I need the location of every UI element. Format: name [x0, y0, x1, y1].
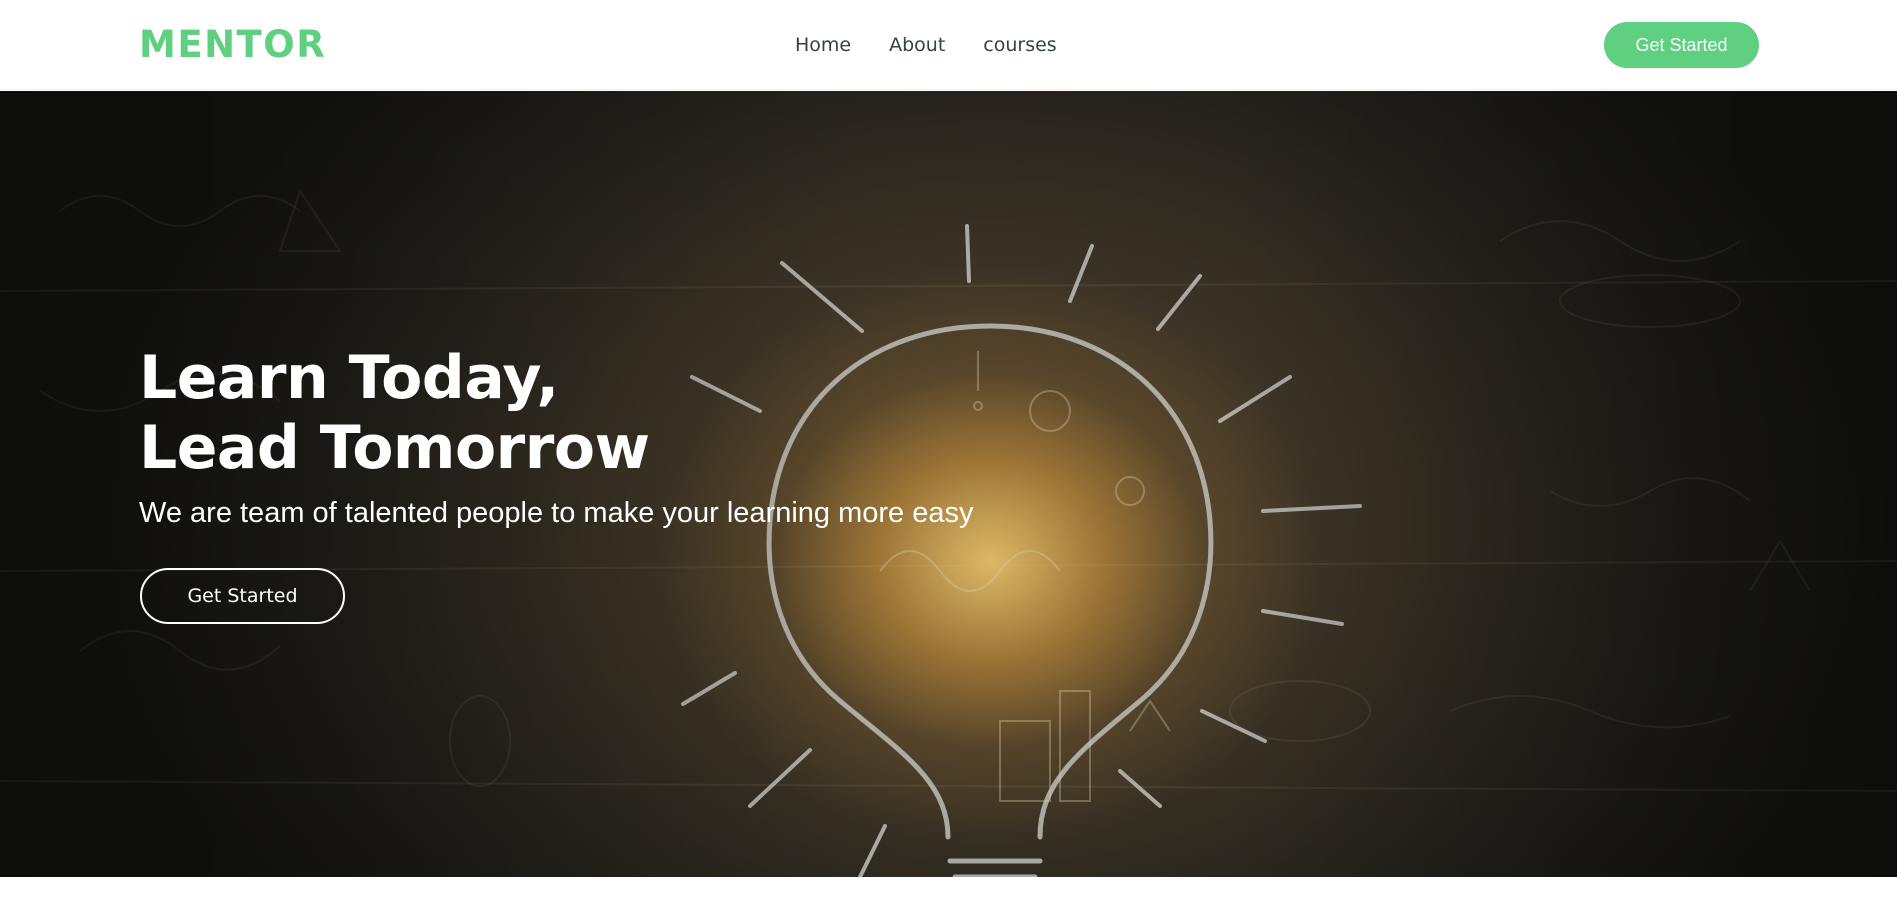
- hero-subtitle: We are team of talented people to make y…: [139, 497, 974, 529]
- header-get-started-button[interactable]: Get Started: [1604, 22, 1759, 68]
- main-nav: Home About courses: [795, 30, 1057, 60]
- hero-overlay: [0, 91, 1897, 877]
- hero-title: Learn Today, Lead Tomorrow: [139, 343, 839, 483]
- hero-section: Learn Today, Lead Tomorrow We are team o…: [0, 91, 1897, 877]
- nav-home-link[interactable]: Home: [795, 30, 851, 60]
- site-logo[interactable]: MENTOR: [139, 22, 326, 68]
- site-header: MENTOR Home About courses Get Started: [0, 0, 1897, 90]
- hero-title-line-1: Learn Today,: [139, 343, 559, 413]
- hero-get-started-button[interactable]: Get Started: [140, 568, 345, 624]
- nav-courses-link[interactable]: courses: [983, 30, 1056, 60]
- hero-title-line-2: Lead Tomorrow: [139, 413, 650, 483]
- nav-about-link[interactable]: About: [889, 30, 945, 60]
